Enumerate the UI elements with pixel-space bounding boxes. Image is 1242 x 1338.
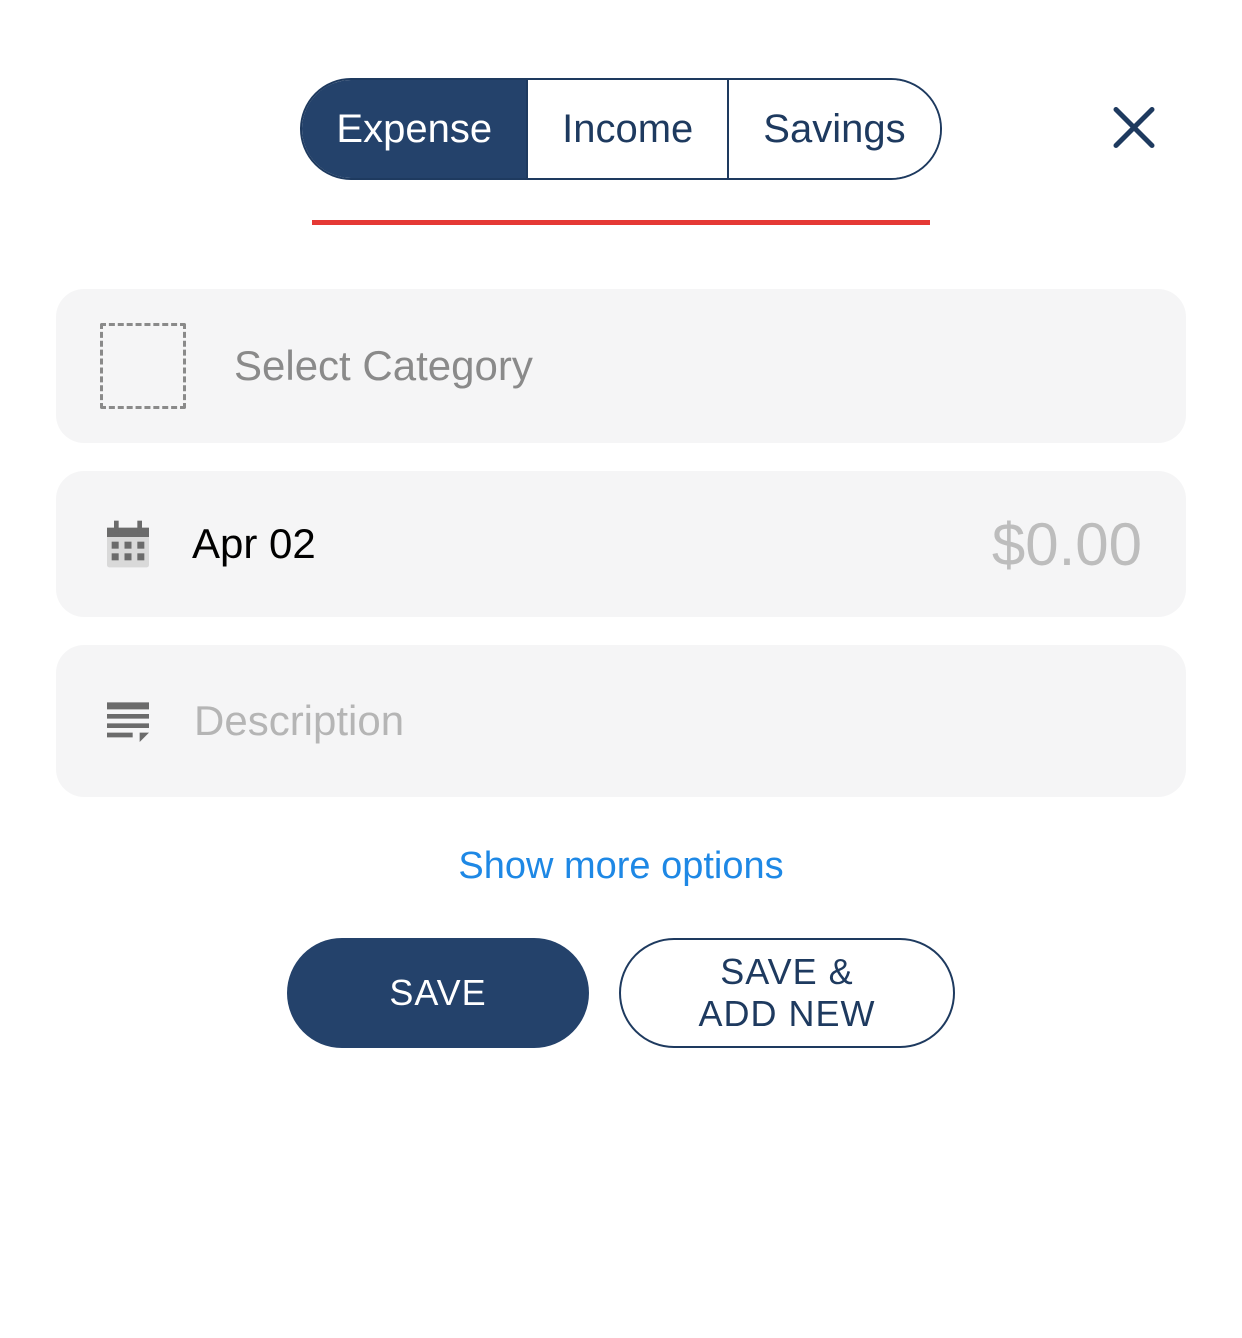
tab-income[interactable]: Income [526, 80, 727, 178]
show-more-label: Show more options [458, 845, 783, 887]
category-icon-placeholder [100, 323, 186, 409]
tab-expense[interactable]: Expense [302, 80, 526, 178]
note-icon [100, 693, 156, 749]
description-field[interactable]: Description [56, 645, 1186, 797]
header: Expense Income Savings [56, 78, 1186, 180]
tab-income-label: Income [562, 107, 693, 152]
category-selector[interactable]: Select Category [56, 289, 1186, 443]
calendar-icon [100, 516, 156, 572]
description-placeholder: Description [194, 697, 404, 745]
date-value: Apr 02 [192, 520, 316, 568]
close-button[interactable] [1102, 96, 1166, 163]
tab-savings[interactable]: Savings [727, 80, 939, 178]
date-picker[interactable]: Apr 02 [100, 516, 316, 572]
save-add-new-button[interactable]: SAVE & ADD NEW [619, 938, 955, 1048]
show-more-options-link[interactable]: Show more options [458, 845, 783, 888]
accent-underline [312, 220, 930, 225]
category-placeholder: Select Category [234, 342, 533, 390]
date-amount-row: Apr 02 $0.00 [56, 471, 1186, 617]
save-add-new-button-label: SAVE & ADD NEW [677, 951, 897, 1035]
save-button[interactable]: SAVE [287, 938, 589, 1048]
action-buttons: SAVE SAVE & ADD NEW [56, 938, 1186, 1048]
tab-expense-label: Expense [336, 107, 492, 152]
transaction-type-tabs: Expense Income Savings [300, 78, 941, 180]
transaction-form: Expense Income Savings Select Category [0, 0, 1242, 1048]
show-more-container: Show more options [56, 845, 1186, 888]
amount-input[interactable]: $0.00 [992, 510, 1142, 579]
close-icon [1112, 138, 1156, 153]
tab-savings-label: Savings [763, 107, 905, 152]
save-button-label: SAVE [389, 972, 486, 1014]
